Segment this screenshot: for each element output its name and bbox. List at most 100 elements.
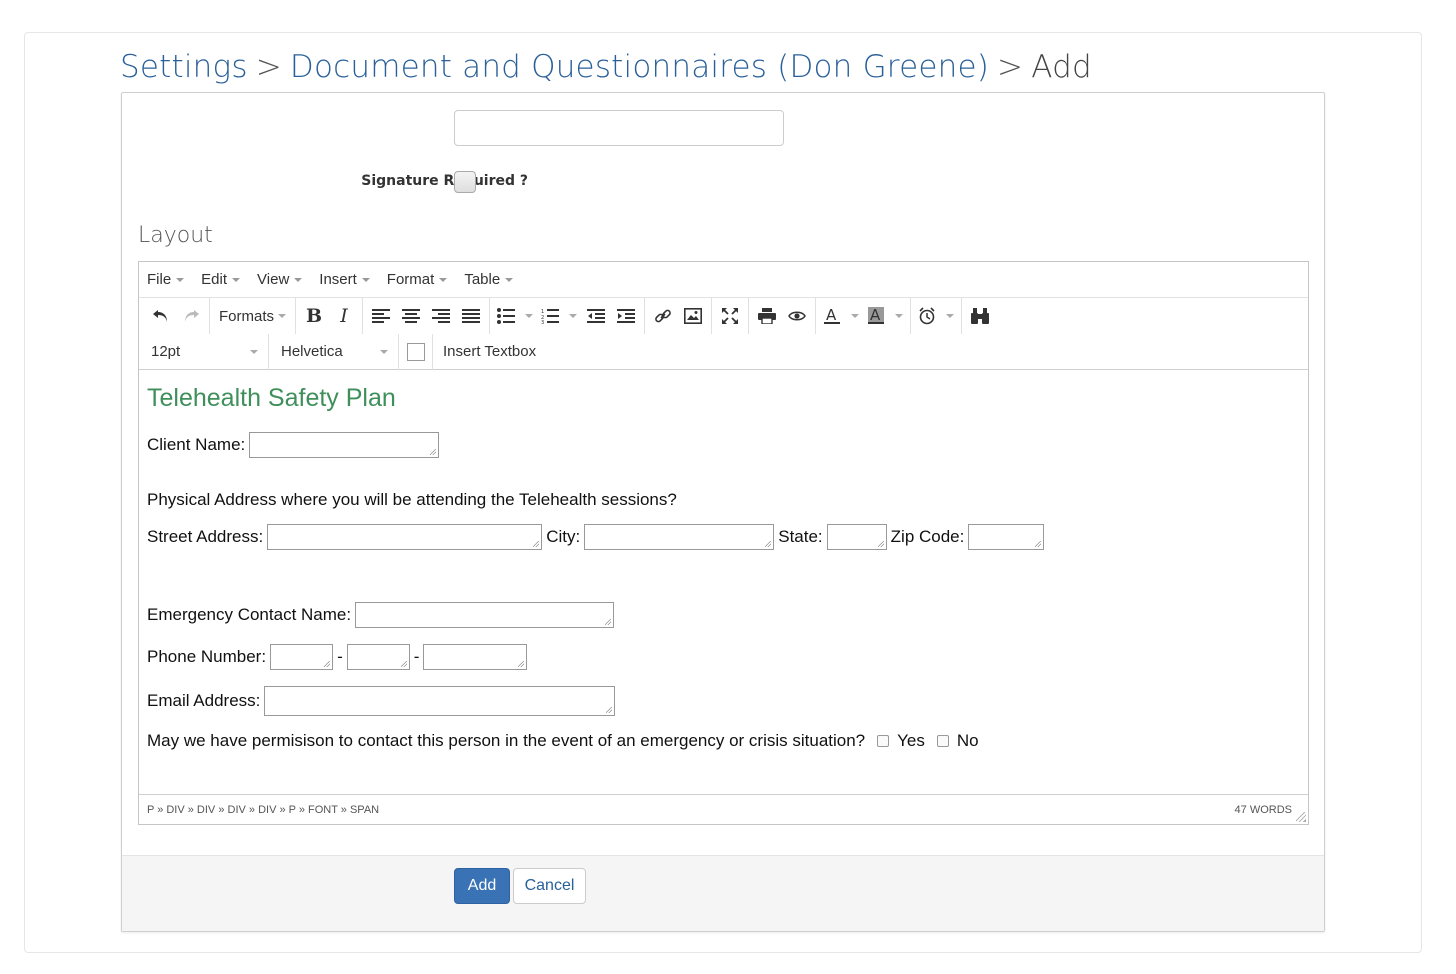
- layout-heading: Layout: [138, 223, 213, 248]
- menu-insert-label: Insert: [319, 271, 357, 288]
- svg-text:3: 3: [541, 320, 544, 324]
- chevron-down-icon: [569, 314, 578, 318]
- bold-icon[interactable]: B: [299, 301, 329, 331]
- font-size-select[interactable]: 12pt: [139, 333, 269, 370]
- bullet-list-icon[interactable]: [493, 301, 537, 331]
- street-address-label: Street Address:: [147, 527, 264, 546]
- chevron-down-icon: [895, 314, 904, 318]
- align-justify-icon[interactable]: [456, 301, 486, 331]
- checkbox-icon: [406, 342, 425, 361]
- client-name-label: Client Name:: [147, 435, 246, 454]
- editor-toolbar: Formats B I 123 A A: [139, 298, 1308, 334]
- editor-content[interactable]: Telehealth Safety Plan Client Name: Phys…: [139, 370, 1308, 792]
- link-icon[interactable]: [648, 301, 678, 331]
- city-label: City:: [546, 527, 581, 546]
- print-icon[interactable]: [752, 301, 782, 331]
- align-right-icon[interactable]: [426, 301, 456, 331]
- text-color-icon[interactable]: A: [819, 301, 863, 331]
- binoculars-icon[interactable]: [965, 301, 995, 331]
- state-textbox[interactable]: [826, 524, 887, 550]
- editor-menubar: File Edit View Insert Format Table: [139, 262, 1308, 298]
- breadcrumb-documents-link[interactable]: Document and Questionnaires (Don Greene): [290, 49, 989, 85]
- zip-code-textbox[interactable]: [968, 524, 1045, 550]
- emergency-contact-label: Emergency Contact Name:: [147, 605, 352, 624]
- fullscreen-icon[interactable]: [715, 301, 745, 331]
- emergency-contact-row: Emergency Contact Name:: [147, 602, 618, 628]
- breadcrumb: Settings > Document and Questionnaires (…: [120, 44, 1092, 90]
- background-color-icon[interactable]: A: [863, 301, 907, 331]
- no-label: No: [956, 731, 979, 750]
- editor-toolbar-secondary: 12pt Helvetica Insert Textbox: [139, 333, 1308, 370]
- italic-icon[interactable]: I: [329, 301, 359, 331]
- align-left-icon[interactable]: [366, 301, 396, 331]
- zip-code-label: Zip Code:: [890, 527, 965, 546]
- align-center-icon[interactable]: [396, 301, 426, 331]
- clock-icon[interactable]: [914, 301, 958, 331]
- address-question-text: Physical Address where you will be atten…: [147, 490, 677, 509]
- signature-required-checkbox[interactable]: [454, 171, 476, 193]
- insert-textbox-button[interactable]: Insert Textbox: [433, 343, 542, 360]
- menu-file[interactable]: File: [147, 271, 185, 288]
- phone-separator: -: [413, 647, 420, 666]
- font-size-value: 12pt: [151, 343, 181, 360]
- chevron-down-icon: [250, 349, 258, 354]
- chevron-down-icon: [361, 277, 370, 282]
- word-count: 47 WORDS: [1234, 803, 1292, 816]
- preview-icon[interactable]: [782, 301, 812, 331]
- menu-table-label: Table: [464, 271, 501, 288]
- add-button[interactable]: Add: [454, 868, 510, 904]
- svg-text:A: A: [826, 307, 837, 324]
- chevron-down-icon: [439, 277, 448, 282]
- phone-line-textbox[interactable]: [423, 644, 528, 670]
- chevron-down-icon: [525, 314, 534, 318]
- phone-separator: -: [337, 647, 343, 666]
- formats-dropdown[interactable]: Formats: [213, 301, 292, 331]
- chevron-down-icon: [176, 277, 185, 282]
- email-label: Email Address:: [147, 691, 261, 710]
- numbered-list-icon[interactable]: 123: [537, 301, 581, 331]
- phone-row: Phone Number: - -: [147, 644, 531, 670]
- svg-text:A: A: [870, 307, 881, 324]
- address-row: Street Address: City: State: Zip Code:: [147, 524, 1048, 550]
- yes-checkbox[interactable]: [877, 735, 890, 747]
- phone-area-textbox[interactable]: [270, 644, 334, 670]
- element-path[interactable]: P » DIV » DIV » DIV » DIV » P » FONT » S…: [147, 804, 379, 816]
- menu-format[interactable]: Format: [387, 271, 448, 288]
- document-title: Telehealth Safety Plan: [147, 384, 396, 412]
- resize-handle-icon[interactable]: [1296, 812, 1306, 822]
- street-address-textbox[interactable]: [267, 524, 543, 550]
- no-checkbox[interactable]: [936, 735, 949, 747]
- chevron-down-icon: [851, 314, 860, 318]
- email-textbox[interactable]: [264, 686, 616, 716]
- title-input[interactable]: [454, 110, 784, 146]
- menu-view[interactable]: View: [257, 271, 303, 288]
- breadcrumb-separator: >: [997, 49, 1024, 85]
- undo-icon[interactable]: [146, 301, 176, 331]
- menu-insert[interactable]: Insert: [319, 271, 370, 288]
- state-label: State:: [778, 527, 823, 546]
- yes-label: Yes: [897, 731, 925, 750]
- breadcrumb-settings-link[interactable]: Settings: [120, 49, 248, 85]
- breadcrumb-separator: >: [255, 49, 282, 85]
- chevron-down-icon: [946, 314, 955, 318]
- form-panel: Title * Signature Required ? Layout File…: [121, 92, 1325, 932]
- menu-table[interactable]: Table: [464, 271, 514, 288]
- menu-edit-label: Edit: [201, 271, 228, 288]
- formats-label: Formats: [219, 307, 275, 325]
- image-icon[interactable]: [678, 301, 708, 331]
- chevron-down-icon: [232, 277, 241, 282]
- client-name-textbox[interactable]: [249, 432, 440, 458]
- menu-view-label: View: [257, 271, 290, 288]
- checkbox-insert-button[interactable]: [399, 333, 433, 370]
- chevron-down-icon: [278, 314, 287, 318]
- redo-icon[interactable]: [176, 301, 206, 331]
- indent-icon[interactable]: [611, 301, 641, 331]
- outdent-icon[interactable]: [581, 301, 611, 331]
- permission-row: May we have permisison to contact this p…: [147, 731, 979, 751]
- menu-edit[interactable]: Edit: [201, 271, 241, 288]
- font-family-select[interactable]: Helvetica: [269, 333, 399, 370]
- emergency-contact-textbox[interactable]: [355, 602, 615, 628]
- city-textbox[interactable]: [584, 524, 775, 550]
- cancel-button[interactable]: Cancel: [513, 868, 586, 904]
- phone-prefix-textbox[interactable]: [346, 644, 410, 670]
